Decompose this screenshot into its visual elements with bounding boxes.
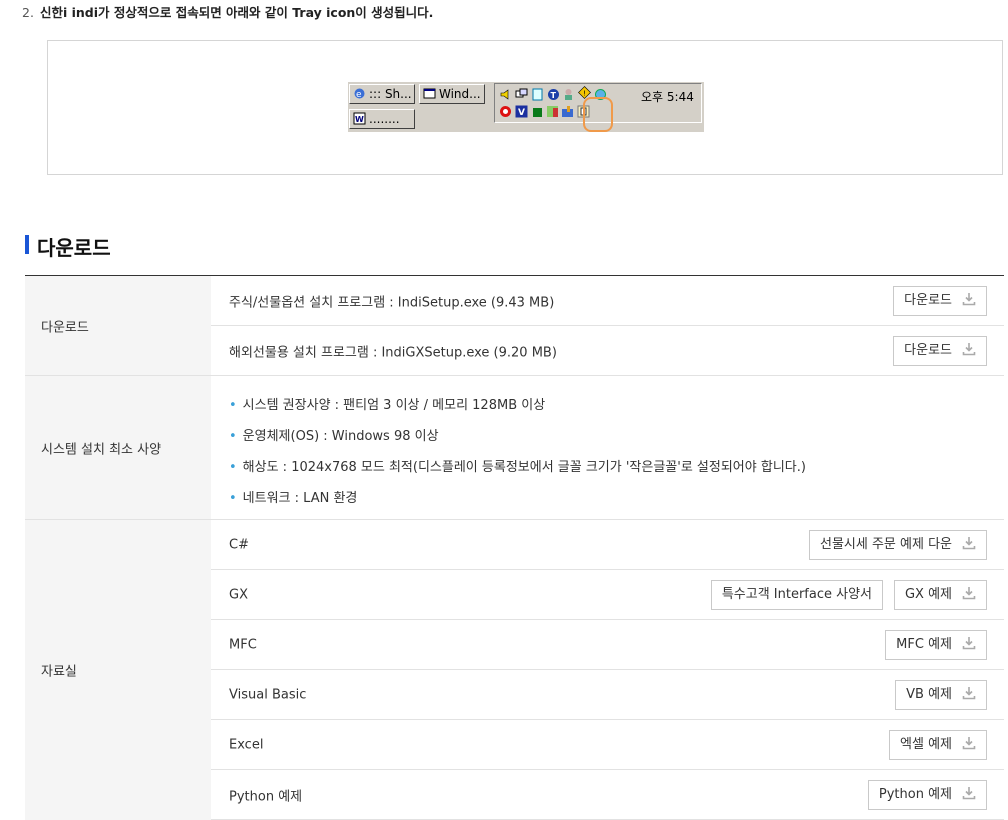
button-label: Python 예제 xyxy=(878,786,952,802)
download-button-label: 다운로드 xyxy=(904,342,952,358)
taskbar-button-window: Wind... xyxy=(419,84,485,104)
requirements-header-label: 시스템 설치 최소 사양 xyxy=(41,442,162,457)
library-item: Visual Basic VB 예제 xyxy=(211,670,1004,720)
chart-icon xyxy=(547,106,558,117)
gx-example-button[interactable]: GX 예제 xyxy=(893,579,987,610)
button-label: VB 예제 xyxy=(906,686,952,702)
excel-example-button[interactable]: 엑셀 예제 xyxy=(889,729,987,760)
library-header-label: 자료실 xyxy=(41,664,77,680)
gx-interface-spec-button[interactable]: 특수고객 Interface 사양서 xyxy=(710,579,883,610)
section-title: 다운로드 xyxy=(37,236,111,260)
button-label: 엑셀 예제 xyxy=(900,736,952,752)
requirement-item: • 시스템 권장사양 : 팬티엄 3 이상 / 메모리 128MB 이상 xyxy=(229,398,546,413)
vb-example-button[interactable]: VB 예제 xyxy=(895,679,987,710)
requirement-item: • 운영체제(OS) : Windows 98 이상 xyxy=(229,429,439,444)
v-icon: V xyxy=(515,105,528,118)
library-item: Python 예제 Python 예제 xyxy=(211,770,1004,820)
download-icon xyxy=(962,686,976,699)
requirement-item: • 해상도 : 1024x768 모드 최적(디스플레이 등록정보에서 글꼴 크기… xyxy=(229,460,806,475)
download-row-group: 다운로드 주식/선물옵션 설치 프로그램 : IndiSetup.exe (9.… xyxy=(25,276,1004,376)
green-square-icon xyxy=(533,108,542,117)
library-item: GX 특수고객 Interface 사양서 GX 예제 xyxy=(211,570,1004,620)
requirement-text: 운영체제(OS) : Windows 98 이상 xyxy=(242,429,439,444)
window-icon xyxy=(423,88,436,99)
download-icon xyxy=(962,536,976,549)
step-number: 2. xyxy=(22,5,34,20)
library-item-label: Excel xyxy=(229,737,264,752)
download-item-label: 주식/선물옵션 설치 프로그램 : IndiSetup.exe (9.43 MB… xyxy=(229,295,555,310)
library-item: C# 선물시세 주문 예제 다운 xyxy=(211,520,1004,570)
button-label: 특수고객 Interface 사양서 xyxy=(721,586,872,602)
download-table: 다운로드 주식/선물옵션 설치 프로그램 : IndiSetup.exe (9.… xyxy=(25,275,1004,820)
library-item-label: MFC xyxy=(229,637,257,652)
step-instruction: 2. 신한i indi가 정상적으로 접속되면 아래와 같이 Tray icon이… xyxy=(22,2,433,21)
svg-text:V: V xyxy=(518,108,525,118)
red-circle-icon xyxy=(500,106,511,117)
requirement-item: • 네트워크 : LAN 환경 xyxy=(229,491,358,506)
speaker-icon xyxy=(500,89,509,100)
document-icon xyxy=(532,88,543,101)
library-header-cell: 자료실 xyxy=(25,520,211,820)
requirement-text: 해상도 : 1024x768 모드 최적(디스플레이 등록정보에서 글꼴 크기가… xyxy=(242,460,806,475)
download-icon xyxy=(962,342,976,355)
download-header-cell: 다운로드 xyxy=(25,276,211,376)
requirement-text: 시스템 권장사양 : 팬티엄 3 이상 / 메모리 128MB 이상 xyxy=(242,398,546,413)
taskbar-screenshot: e::: Sh... Wind... W........ T ! V 오후 5:… xyxy=(348,82,704,132)
download-header-label: 다운로드 xyxy=(41,320,89,335)
taskbar-button-word-label: ........ xyxy=(369,112,400,126)
svg-text:e: e xyxy=(356,90,362,100)
svg-text:T: T xyxy=(551,91,557,100)
download-item: 해외선물용 설치 프로그램 : IndiGXSetup.exe (9.20 MB… xyxy=(211,326,1004,376)
section-accent-bar xyxy=(25,235,29,254)
button-label: MFC 예제 xyxy=(896,636,952,652)
taskbar-button-ie: e::: Sh... xyxy=(349,84,415,104)
library-row-group: 자료실 C# 선물시세 주문 예제 다운 GX 특수고객 Interface 사… xyxy=(25,520,1004,820)
requirements-header-cell: 시스템 설치 최소 사양 xyxy=(25,376,211,520)
download-item-label: 해외선물용 설치 프로그램 : IndiGXSetup.exe (9.20 MB… xyxy=(229,345,557,360)
library-item: Excel 엑셀 예제 xyxy=(211,720,1004,770)
network-icon xyxy=(515,88,528,98)
download-icon xyxy=(962,786,976,799)
taskbar-button-window-label: Wind... xyxy=(439,87,481,101)
t-icon: T xyxy=(548,89,559,100)
word-icon: W xyxy=(353,112,366,125)
requirements-row: 시스템 설치 최소 사양 • 시스템 권장사양 : 팬티엄 3 이상 / 메모리 … xyxy=(25,376,1004,520)
library-item: MFC MFC 예제 xyxy=(211,620,1004,670)
step-text: 신한i indi가 정상적으로 접속되면 아래와 같이 Tray icon이 생… xyxy=(39,5,434,20)
user-icon xyxy=(565,89,572,100)
csharp-example-button[interactable]: 선물시세 주문 예제 다운 xyxy=(809,529,987,560)
download-icon xyxy=(962,292,976,305)
download-item: 주식/선물옵션 설치 프로그램 : IndiSetup.exe (9.43 MB… xyxy=(211,276,1004,326)
python-example-button[interactable]: Python 예제 xyxy=(867,779,987,810)
tool-icon xyxy=(562,106,573,117)
button-label: GX 예제 xyxy=(904,586,952,602)
download-indisetup-button[interactable]: 다운로드 xyxy=(893,285,987,316)
tray-clock: 오후 5:44 xyxy=(641,90,694,104)
taskbar-button-ie-label: ::: Sh... xyxy=(369,87,412,101)
mfc-example-button[interactable]: MFC 예제 xyxy=(885,629,987,660)
svg-text:W: W xyxy=(355,115,364,124)
library-item-label: C# xyxy=(229,537,249,552)
svg-text:!: ! xyxy=(583,90,586,98)
download-indigxsetup-button[interactable]: 다운로드 xyxy=(893,335,987,366)
download-button-label: 다운로드 xyxy=(904,292,952,308)
button-label: 선물시세 주문 예제 다운 xyxy=(820,536,952,552)
requirements-cell: • 시스템 권장사양 : 팬티엄 3 이상 / 메모리 128MB 이상 • 운영체… xyxy=(211,376,1004,520)
taskbar-button-word: W........ xyxy=(349,109,415,129)
library-item-label: Python 예제 xyxy=(229,789,303,804)
library-item-label: Visual Basic xyxy=(229,687,307,702)
ie-icon: e xyxy=(354,88,365,100)
download-icon xyxy=(962,736,976,749)
download-icon xyxy=(962,586,976,599)
download-icon xyxy=(962,636,976,649)
tray-icon-highlight xyxy=(583,97,613,132)
library-item-label: GX xyxy=(229,587,248,602)
requirement-text: 네트워크 : LAN 환경 xyxy=(242,491,358,506)
